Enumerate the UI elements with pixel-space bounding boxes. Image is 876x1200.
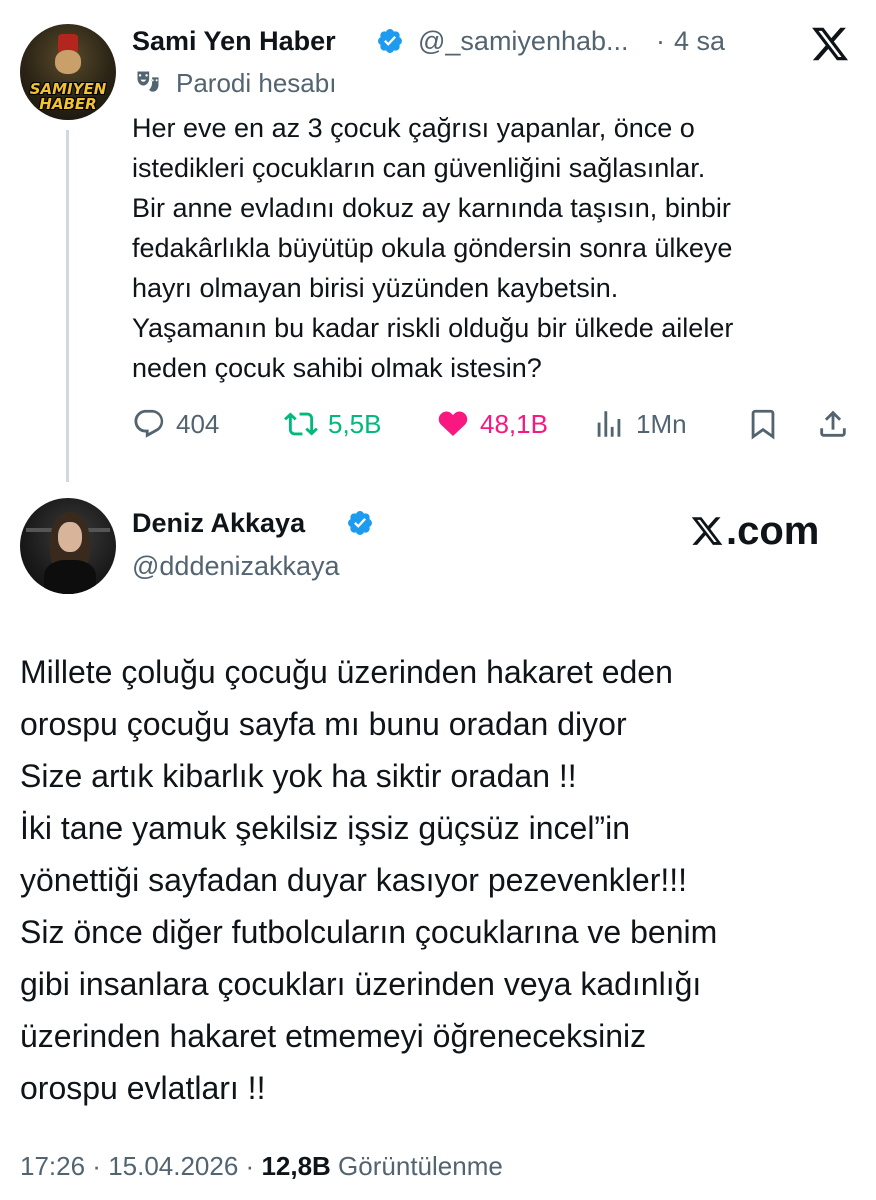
tweet-text-line: yönettiği sayfadan duyar kasıyor pezeven…: [20, 862, 688, 898]
retweet-button[interactable]: 5,5B: [284, 402, 382, 446]
avatar-body-shape: [44, 560, 96, 594]
bookmark-button[interactable]: [746, 402, 780, 446]
tweet-text-line: Yaşamanın bu kadar riskli olduğu bir ülk…: [132, 313, 734, 343]
x-logo-icon: [691, 517, 723, 545]
tweet-time[interactable]: 17:26: [20, 1151, 85, 1181]
tweet-text-line: İki tane yamuk şekilsiz işsiz güçsüz inc…: [20, 810, 630, 846]
theater-masks-icon: [137, 71, 159, 92]
bookmark-icon: [751, 409, 775, 440]
handle[interactable]: @_samiyenhab...: [418, 24, 629, 58]
tweet-text-line: Siz önce diğer futbolcuların çocuklarına…: [20, 914, 718, 950]
meta-separator: ·: [238, 1151, 262, 1181]
x-logo-icon: [812, 27, 849, 61]
views-label: Görüntülenme: [330, 1151, 503, 1181]
tweet-text-line: gibi insanlara çocukları üzerinden veya …: [20, 966, 702, 1002]
display-name[interactable]: Sami Yen Haber: [132, 24, 336, 58]
heart-icon: [438, 411, 468, 437]
tweet-text-line: Her eve en az 3 çocuk çağrısı yapanlar, …: [132, 113, 695, 143]
tweet-text-line: orospu evlatları !!: [20, 1070, 266, 1106]
avatar[interactable]: SAMIYEN HABER: [20, 24, 116, 120]
views-count: 1Mn: [636, 408, 687, 439]
tweet-text-line: fedakârlıkla büyütüp okula göndersin son…: [132, 233, 733, 263]
tweet-text-line: üzerinden hakaret etmemeyi öğreneceksini…: [20, 1018, 647, 1054]
reply-icon: [134, 409, 164, 438]
tweet-date[interactable]: 15.04.2026: [108, 1151, 238, 1181]
avatar-face-shape: [55, 50, 81, 74]
tweet-text-line: neden çocuk sahibi olmak istesin?: [132, 353, 542, 383]
thread-line: [66, 130, 69, 482]
parody-account-label: Parodi hesabı: [176, 68, 337, 98]
tweet-meta: 17:26 · 15.04.2026 · 12,8B Görüntülenme: [20, 1148, 503, 1184]
verified-badge-icon: [378, 29, 402, 53]
separator-dot: ·: [656, 26, 665, 56]
tweet-text-line: hayrı olmayan birisi yüzünden kaybetsin.: [132, 273, 619, 303]
views-count: 12,8B: [261, 1151, 331, 1181]
timestamp[interactable]: 4 sa: [674, 24, 725, 58]
tweet-text-line: orospu çocuğu sayfa mı bunu oradan diyor: [20, 706, 627, 742]
share-button[interactable]: [816, 402, 850, 446]
share-icon: [820, 410, 846, 437]
tweet-text-line: Size artık kibarlık yok ha siktir oradan…: [20, 758, 577, 794]
verified-badge-icon: [348, 511, 372, 535]
handle[interactable]: @dddenizakkaya: [132, 548, 340, 584]
tweet-text-line: istedikleri çocukların can güvenliğini s…: [132, 153, 706, 183]
tweet-text-line: Millete çoluğu çocuğu üzerinden hakaret …: [20, 654, 673, 690]
like-button[interactable]: 48,1B: [436, 402, 548, 446]
reply-button[interactable]: 404: [132, 402, 219, 446]
x-com-watermark: .com: [690, 506, 819, 556]
like-count: 48,1B: [480, 408, 548, 439]
views-chart-icon: [597, 411, 621, 437]
views-button[interactable]: 1Mn: [592, 402, 687, 446]
tweet-text-line: Bir anne evladını dokuz ay karnında taşı…: [132, 193, 731, 223]
avatar-face-shape: [58, 522, 82, 552]
meta-separator: ·: [85, 1151, 109, 1181]
main-tweet-text: Millete çoluğu çocuğu üzerinden hakaret …: [20, 646, 860, 1114]
quoted-tweet-text: Her eve en az 3 çocuk çağrısı yapanlar, …: [132, 108, 862, 388]
retweet-icon: [284, 412, 318, 436]
retweet-count: 5,5B: [328, 408, 382, 439]
display-name[interactable]: Deniz Akkaya: [132, 506, 305, 540]
avatar-logo-text: SAMIYEN HABER: [29, 80, 107, 113]
avatar[interactable]: [20, 498, 116, 594]
watermark-text: .com: [726, 509, 820, 553]
reply-count: 404: [176, 408, 220, 439]
